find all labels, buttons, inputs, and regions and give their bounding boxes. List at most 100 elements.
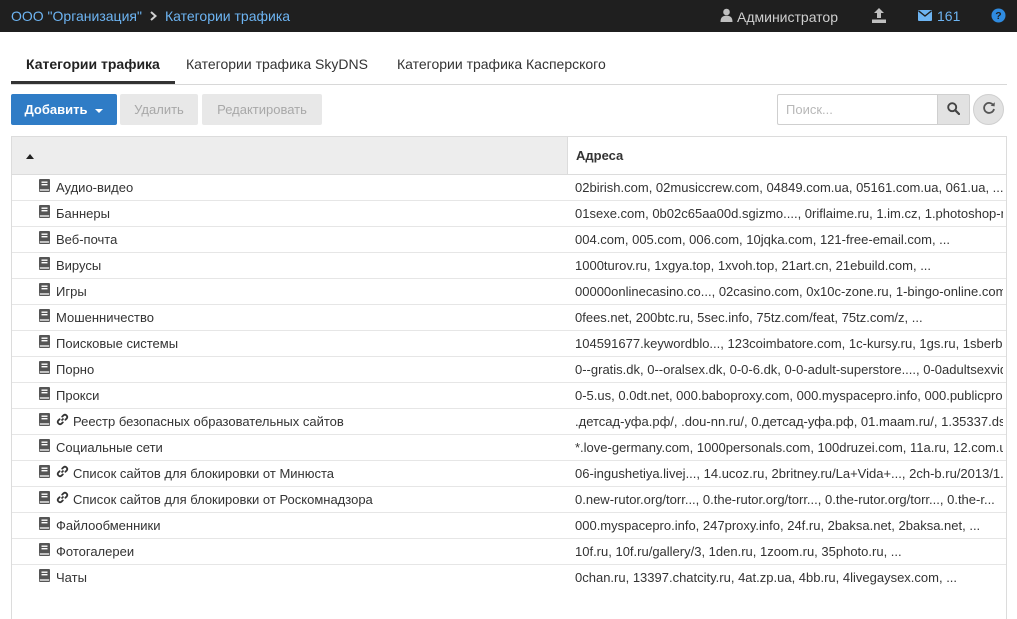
category-addresses: 06-ingushetiya.livej..., 14.ucoz.ru, 2br…: [575, 466, 1003, 481]
book-icon: [39, 409, 50, 434]
book-icon: [39, 513, 50, 538]
help-button[interactable]: ?: [991, 8, 1006, 26]
envelope-icon: [918, 8, 932, 24]
delete-button[interactable]: Удалить: [120, 94, 198, 125]
category-addresses: 0--gratis.dk, 0--oralsex.dk, 0-0-6.dk, 0…: [575, 362, 1003, 377]
upload-button[interactable]: [872, 8, 886, 26]
category-name-cell: Социальные сети: [39, 435, 163, 460]
mail-count: 161: [937, 8, 961, 24]
category-addresses: 004.com, 005.com, 006.com, 10jqka.com, 1…: [575, 232, 951, 247]
table-row[interactable]: Поисковые системы 104591677.keywordblo..…: [12, 331, 1006, 357]
category-name: Веб-почта: [56, 232, 118, 247]
book-icon: [39, 279, 50, 304]
category-name: Мошенничество: [56, 310, 154, 325]
table-row[interactable]: Фотогалереи 10f.ru, 10f.ru/gallery/3, 1d…: [12, 539, 1006, 565]
category-name: Файлообменники: [56, 518, 161, 533]
caret-down-icon: [95, 108, 104, 113]
category-name-cell: Список сайтов для блокировки от Роскомна…: [39, 487, 373, 512]
user-menu[interactable]: Администратор: [720, 8, 838, 25]
sort-ascending-icon: [26, 154, 34, 159]
category-addresses: 0fees.net, 200btc.ru, 5sec.info, 75tz.co…: [575, 310, 923, 325]
book-icon: [39, 435, 50, 460]
book-icon: [39, 565, 50, 590]
messages-button[interactable]: 161: [918, 8, 960, 24]
tab-kaspersky-categories[interactable]: Категории трафика Касперского: [382, 45, 621, 84]
column-header-addresses[interactable]: Адреса: [576, 137, 623, 174]
table-row[interactable]: Мошенничество 0fees.net, 200btc.ru, 5sec…: [12, 305, 1006, 331]
book-icon: [39, 487, 50, 512]
search-icon: [947, 101, 961, 118]
user-icon: [720, 8, 733, 25]
book-icon: [39, 253, 50, 278]
book-icon: [39, 461, 50, 486]
category-name-cell: Реестр безопасных образовательных сайтов: [39, 409, 344, 434]
breadcrumb-traffic-categories[interactable]: Категории трафика: [165, 8, 290, 24]
table-row[interactable]: Игры 00000onlinecasino.co..., 02casino.c…: [12, 279, 1006, 305]
search-input[interactable]: [777, 94, 937, 125]
category-name-cell: Аудио-видео: [39, 175, 133, 200]
category-name-cell: Веб-почта: [39, 227, 117, 252]
category-name: Фотогалереи: [56, 544, 135, 559]
refresh-icon: [982, 101, 996, 118]
category-name-cell: Поисковые системы: [39, 331, 178, 356]
category-addresses: .детсад-уфа.рф/, .dou-nn.ru/, 0.детсад-у…: [575, 414, 1003, 429]
category-name: Социальные сети: [56, 440, 163, 455]
category-addresses: *.love-germany.com, 1000personals.com, 1…: [575, 440, 1003, 455]
breadcrumb: ООО "Организация" Категории трафика: [11, 0, 290, 32]
category-name-cell: Мошенничество: [39, 305, 154, 330]
category-addresses: 10f.ru, 10f.ru/gallery/3, 1den.ru, 1zoom…: [575, 544, 902, 559]
category-addresses: 1000turov.ru, 1xgya.top, 1xvoh.top, 21ar…: [575, 258, 932, 273]
breadcrumb-organization[interactable]: ООО "Организация": [11, 8, 142, 24]
book-icon: [39, 331, 50, 356]
top-bar: ООО "Организация" Категории трафика Адми…: [0, 0, 1017, 32]
category-addresses: 000.myspacepro.info, 247proxy.info, 24f.…: [575, 518, 981, 533]
category-addresses: 0chan.ru, 13397.chatcity.ru, 4at.zp.ua, …: [575, 570, 958, 585]
help-icon: ?: [991, 8, 1006, 26]
table-row[interactable]: Список сайтов для блокировки от Минюста …: [12, 461, 1006, 487]
table-row[interactable]: Баннеры 01sexe.com, 0b02c65aa00d.sgizmo.…: [12, 201, 1006, 227]
link-icon: [56, 409, 69, 434]
book-icon: [39, 357, 50, 382]
svg-text:?: ?: [995, 10, 1001, 22]
category-name-cell: Порно: [39, 357, 94, 382]
table-row[interactable]: Чаты 0chan.ru, 13397.chatcity.ru, 4at.zp…: [12, 565, 1006, 591]
category-addresses: 0-5.us, 0.0dt.net, 000.baboproxy.com, 00…: [575, 388, 1003, 403]
category-name: Список сайтов для блокировки от Роскомна…: [73, 492, 373, 507]
table-body: Аудио-видео 02birish.com, 02musiccrew.co…: [12, 175, 1006, 591]
edit-button[interactable]: Редактировать: [202, 94, 322, 125]
link-icon: [56, 461, 69, 486]
book-icon: [39, 539, 50, 564]
search-button[interactable]: [937, 94, 970, 125]
category-name: Прокси: [56, 388, 100, 403]
table-row[interactable]: Список сайтов для блокировки от Роскомна…: [12, 487, 1006, 513]
category-name: Игры: [56, 284, 87, 299]
column-header-name[interactable]: [12, 137, 568, 174]
add-button[interactable]: Добавить: [11, 94, 117, 125]
add-button-label: Добавить: [24, 102, 88, 117]
category-name-cell: Игры: [39, 279, 87, 304]
category-addresses: 0.new-rutor.org/torr..., 0.the-rutor.org…: [575, 492, 995, 507]
category-name-cell: Список сайтов для блокировки от Минюста: [39, 461, 334, 486]
table-row[interactable]: Порно 0--gratis.dk, 0--oralsex.dk, 0-0-6…: [12, 357, 1006, 383]
table-row[interactable]: Аудио-видео 02birish.com, 02musiccrew.co…: [12, 175, 1006, 201]
tab-skydns-categories[interactable]: Категории трафика SkyDNS: [171, 45, 383, 84]
category-addresses: 00000onlinecasino.co..., 02casino.com, 0…: [575, 284, 1003, 299]
book-icon: [39, 383, 50, 408]
table-row[interactable]: Социальные сети *.love-germany.com, 1000…: [12, 435, 1006, 461]
table-row[interactable]: Файлообменники 000.myspacepro.info, 247p…: [12, 513, 1006, 539]
tab-traffic-categories[interactable]: Категории трафика: [11, 45, 175, 84]
table-row[interactable]: Вирусы 1000turov.ru, 1xgya.top, 1xvoh.to…: [12, 253, 1006, 279]
table-row[interactable]: Веб-почта 004.com, 005.com, 006.com, 10j…: [12, 227, 1006, 253]
book-icon: [39, 227, 50, 252]
category-name: Поисковые системы: [56, 336, 179, 351]
category-name: Баннеры: [56, 206, 110, 221]
table-row[interactable]: Реестр безопасных образовательных сайтов…: [12, 409, 1006, 435]
category-addresses: 104591677.keywordblo..., 123coimbatore.c…: [575, 336, 1003, 351]
table-header: Адреса: [12, 137, 1006, 175]
chevron-right-icon: [150, 9, 157, 24]
refresh-button[interactable]: [973, 94, 1004, 125]
upload-icon: [872, 8, 886, 26]
table-row[interactable]: Прокси 0-5.us, 0.0dt.net, 000.baboproxy.…: [12, 383, 1006, 409]
categories-table: Адреса Аудио-видео 02birish.com, 02music…: [11, 136, 1007, 619]
category-addresses: 02birish.com, 02musiccrew.com, 04849.com…: [575, 180, 1003, 195]
